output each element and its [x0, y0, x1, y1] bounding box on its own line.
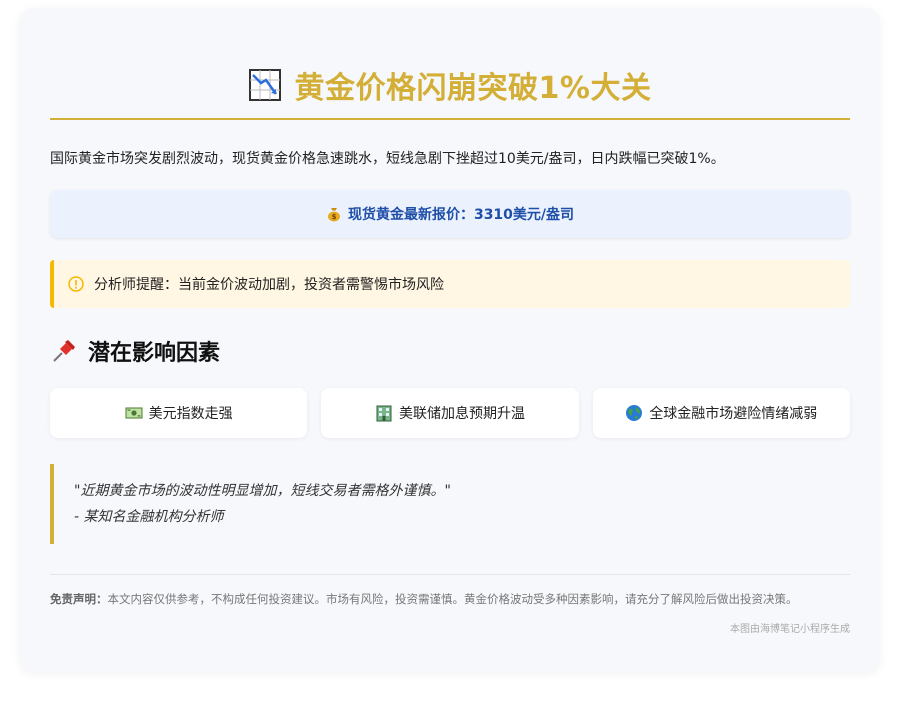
chart-decreasing-icon	[248, 69, 281, 101]
factor-list: 美元指数走强 美联储加息预期升温 全球金融市场避险情绪减弱	[50, 388, 850, 438]
quote-text: "近期黄金市场的波动性明显增加，短线交易者需格外谨慎。"	[74, 483, 451, 499]
section-heading: 潜在影响因素	[50, 336, 850, 366]
factor-card-global: 全球金融市场避险情绪减弱	[592, 388, 850, 438]
analyst-warning: 分析师提醒：当前金价波动加剧，投资者需警惕市场风险	[50, 260, 850, 308]
factor-card-dollar: 美元指数走强	[50, 388, 308, 438]
title-row: 黄金价格闪崩突破1%大关	[50, 60, 850, 120]
disclaimer-text: 本文内容仅供参考，不构成任何投资建议。市场有风险，投资需谨慎。黄金价格波动受多种…	[107, 592, 798, 606]
warning-text: 分析师提醒：当前金价波动加剧，投资者需警惕市场风险	[94, 277, 444, 293]
disclaimer-label: 免责声明：	[50, 592, 108, 606]
factor-label: 美元指数走强	[148, 406, 233, 422]
money-bag-icon: $	[327, 208, 340, 222]
price-banner: $ 现货黄金最新报价：3310美元/盎司	[50, 190, 850, 238]
svg-text:$: $	[332, 213, 337, 221]
intro-paragraph: 国际黄金市场突发剧烈波动，现货黄金价格急速跳水，短线急剧下挫超过10美元/盎司，…	[50, 151, 725, 167]
divider	[50, 574, 850, 575]
footer-credit: 本图由海博笔记小程序生成	[730, 624, 850, 635]
section-title: 潜在影响因素	[88, 341, 221, 366]
pushpin-icon	[53, 340, 75, 362]
dollar-banknote-icon	[125, 407, 143, 419]
bank-building-icon	[376, 405, 392, 422]
factor-card-fed: 美联储加息预期升温	[321, 388, 579, 438]
price-text: 现货黄金最新报价：3310美元/盎司	[347, 207, 575, 223]
article-card: 黄金价格闪崩突破1%大关 国际黄金市场突发剧烈波动，现货黄金价格急速跳水，短线急…	[20, 8, 880, 672]
warning-circle-icon	[68, 276, 84, 292]
analyst-quote: "近期黄金市场的波动性明显增加，短线交易者需格外谨慎。" - 某知名金融机构分析…	[50, 464, 850, 544]
factor-label: 全球金融市场避险情绪减弱	[649, 406, 818, 422]
disclaimer: 免责声明：本文内容仅供参考，不构成任何投资建议。市场有风险，投资需谨慎。黄金价格…	[50, 591, 850, 608]
factor-label: 美联储加息预期升温	[398, 406, 525, 422]
page-title: 黄金价格闪崩突破1%大关	[294, 71, 652, 106]
globe-icon	[626, 405, 643, 421]
quote-source: - 某知名金融机构分析师	[74, 509, 224, 525]
